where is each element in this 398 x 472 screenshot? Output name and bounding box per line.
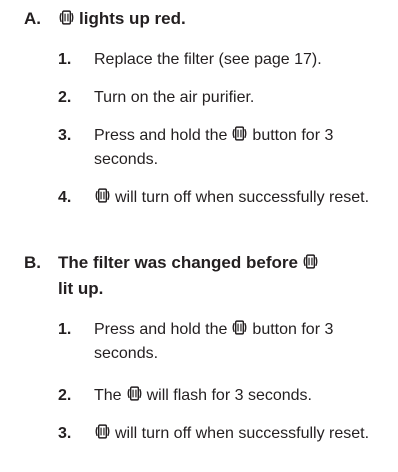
step-text-post: will turn off when successfully reset. xyxy=(115,425,370,442)
filter-reset-icon xyxy=(231,319,248,336)
section-b-heading-post: lit up. xyxy=(58,279,104,298)
step-text-pre: The xyxy=(94,387,122,404)
filter-reset-icon xyxy=(231,125,248,142)
step-number: 2. xyxy=(58,89,72,106)
section-a-heading: lights up red. xyxy=(58,6,378,32)
step-number: 1. xyxy=(58,51,72,68)
step-text: Turn on the air purifier. xyxy=(94,89,255,106)
step-text: The will flash for 3 seconds. xyxy=(94,384,390,408)
section-b-heading-pre: The filter was changed before xyxy=(58,253,298,272)
filter-reset-icon xyxy=(58,9,75,26)
step-number: 3. xyxy=(58,425,72,442)
filter-reset-icon xyxy=(94,187,111,204)
step-text-pre: Press and hold the xyxy=(94,127,228,144)
filter-reset-icon xyxy=(126,385,143,402)
step-text: Replace the filter (see page 17). xyxy=(94,51,322,68)
step-number: 2. xyxy=(58,387,72,404)
step-text: Press and hold the button for 3 seconds. xyxy=(94,318,390,366)
filter-reset-icon xyxy=(302,253,319,270)
section-b-heading: The filter was changed before lit up. xyxy=(58,250,378,302)
step-text: will turn off when successfully reset. xyxy=(94,422,390,446)
step-text: Press and hold the button for 3 seconds. xyxy=(94,124,390,172)
step-number: 1. xyxy=(58,321,72,338)
filter-reset-icon xyxy=(94,423,111,440)
step-text-post: will flash for 3 seconds. xyxy=(146,387,312,404)
section-b-letter: B. xyxy=(24,253,41,272)
step-text-pre: Press and hold the xyxy=(94,321,228,338)
section-a-heading-text: lights up red. xyxy=(79,9,186,28)
step-number: 3. xyxy=(58,127,72,144)
section-a-letter: A. xyxy=(24,9,41,28)
step-text-post: will turn off when successfully reset. xyxy=(115,189,370,206)
step-number: 4. xyxy=(58,189,72,206)
step-text: will turn off when successfully reset. xyxy=(94,186,390,210)
